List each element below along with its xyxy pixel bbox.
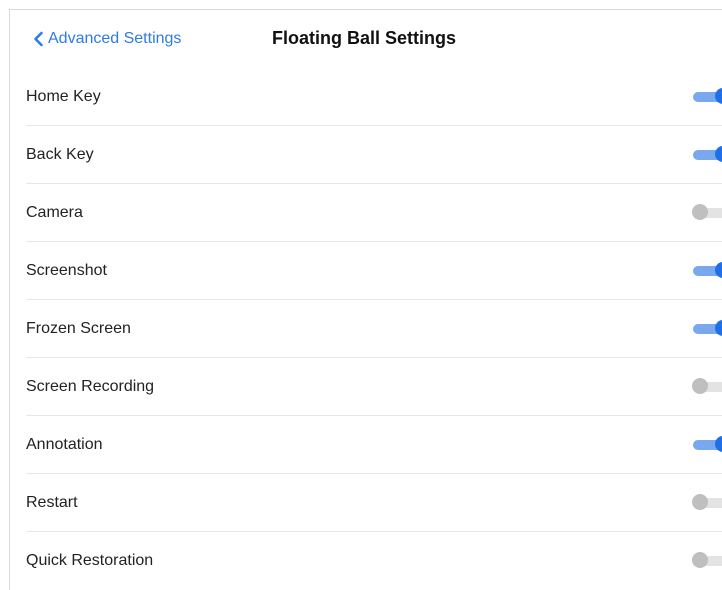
back-button-label: Advanced Settings [48,30,182,47]
setting-row-annotation: Annotation [26,416,722,474]
toggle-knob [692,552,708,568]
setting-label: Home Key [26,87,101,105]
toggle-knob [692,493,708,510]
toggle-knob [715,261,722,278]
screen-recording-toggle[interactable] [691,376,722,398]
setting-label: Frozen Screen [26,319,131,337]
page-title: Floating Ball Settings [272,28,457,48]
toggle-knob [715,435,722,452]
setting-label: Back Key [26,145,94,163]
toggle-knob [715,319,722,336]
home-key-toggle[interactable] [691,86,722,108]
setting-row-quick-restoration: Quick Restoration [26,532,722,590]
screenshot-toggle[interactable] [691,260,722,282]
restart-toggle[interactable] [691,492,722,514]
setting-row-screenshot: Screenshot [26,242,722,300]
setting-label: Screen Recording [26,377,155,395]
setting-row-home-key: Home Key [26,68,722,126]
setting-row-back-key: Back Key [26,126,722,184]
setting-label: Camera [26,203,83,221]
setting-row-restart: Restart [26,474,722,532]
setting-row-frozen-screen: Frozen Screen [26,300,722,358]
setting-row-screen-recording: Screen Recording [26,358,722,416]
chevron-left-icon [34,31,43,47]
toggle-knob [715,145,722,162]
setting-label: Annotation [26,435,103,453]
setting-row-camera: Camera [26,184,722,242]
quick-restoration-toggle[interactable] [691,550,722,572]
camera-toggle[interactable] [691,202,722,224]
header: Advanced Settings Floating Ball Settings [10,10,722,68]
frozen-screen-toggle[interactable] [691,318,722,340]
setting-label: Restart [26,493,78,511]
back-key-toggle[interactable] [691,144,722,166]
setting-label: Screenshot [26,261,107,279]
toggle-knob [692,203,708,220]
toggle-knob [692,377,708,394]
back-button[interactable]: Advanced Settings [33,30,181,48]
setting-label: Quick Restoration [26,552,154,569]
toggle-knob [715,87,722,104]
settings-panel: Advanced Settings Floating Ball Settings… [9,9,722,590]
annotation-toggle[interactable] [691,434,722,456]
